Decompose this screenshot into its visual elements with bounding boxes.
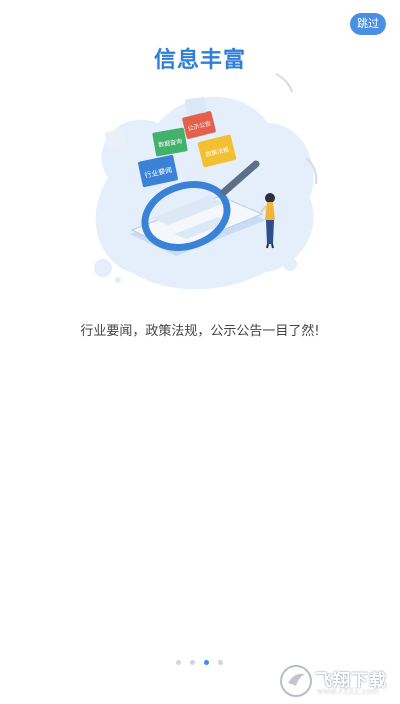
page-dot-1[interactable] xyxy=(176,660,181,665)
page-indicator xyxy=(176,660,223,665)
subtitle-text: 行业要闻，政策法规，公示公告一目了然! xyxy=(80,324,320,339)
decor-circle-left xyxy=(94,259,112,277)
information-illustration: 行业要闻 数据查询 公示公告 政策法规 xyxy=(94,73,318,290)
page-dot-4[interactable] xyxy=(218,660,223,665)
decor-circle-right xyxy=(283,257,297,271)
watermark: 飞翔下载 www.FXXZ.com xyxy=(277,663,393,699)
card-blank xyxy=(185,96,207,116)
decor-arc-top xyxy=(275,73,293,93)
watermark-url: www.FXXZ.com xyxy=(317,687,380,696)
watermark-logo-icon xyxy=(280,665,312,697)
page-dot-2[interactable] xyxy=(190,660,195,665)
page-dot-3-active[interactable] xyxy=(204,660,209,665)
skip-button[interactable]: 跳过 xyxy=(350,13,386,35)
decor-circle-small xyxy=(115,277,121,283)
